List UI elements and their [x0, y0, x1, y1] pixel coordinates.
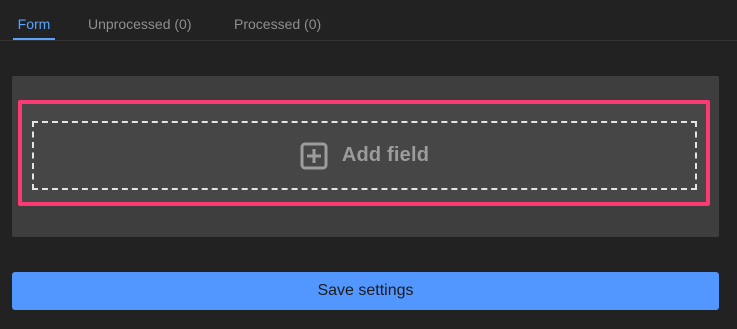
- save-settings-button[interactable]: Save settings: [12, 272, 719, 310]
- plus-square-icon: [300, 142, 328, 170]
- add-field-label: Add field: [341, 144, 430, 166]
- tab-form[interactable]: Form: [13, 15, 55, 40]
- tab-processed[interactable]: Processed (0): [234, 15, 321, 40]
- add-field-button[interactable]: Add field: [32, 121, 697, 190]
- tab-unprocessed[interactable]: Unprocessed (0): [88, 15, 192, 40]
- tab-bar: Form Unprocessed (0) Processed (0): [0, 0, 737, 41]
